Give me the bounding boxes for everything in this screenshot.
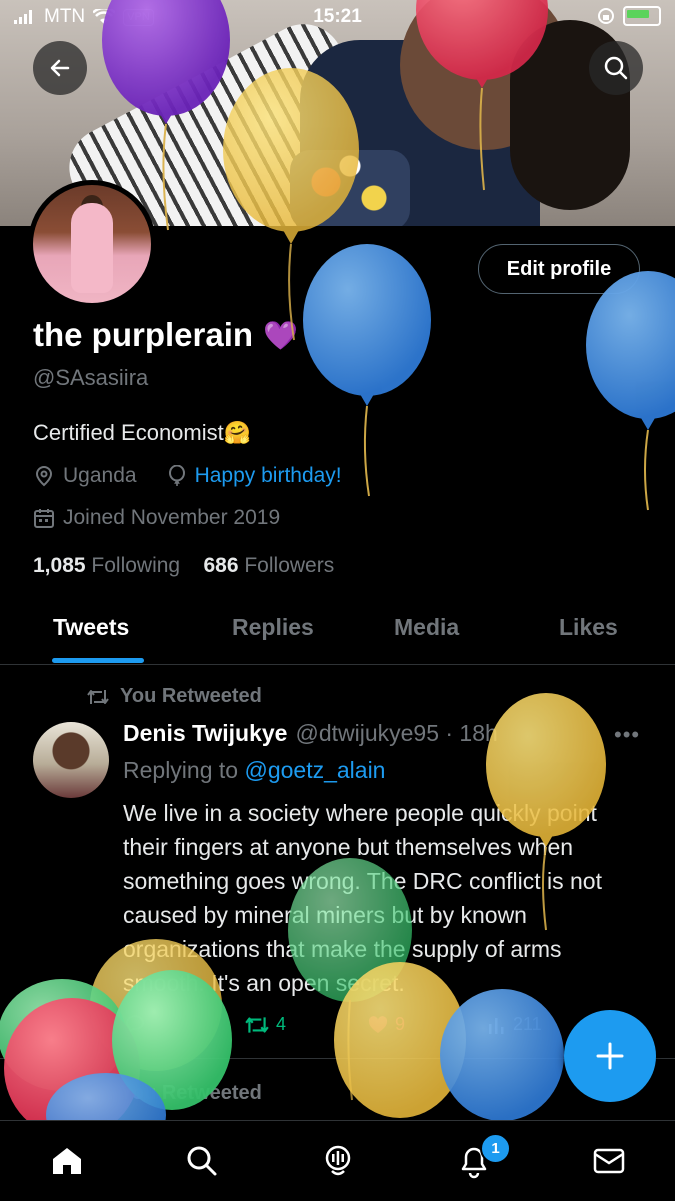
following-link[interactable]: 1,085 Following xyxy=(33,554,180,577)
bar-chart-icon xyxy=(489,1017,504,1034)
like-action[interactable]: 9 xyxy=(367,1014,405,1035)
active-tab-indicator xyxy=(52,658,144,663)
tweet-author-avatar[interactable] xyxy=(33,722,109,798)
profile-bio: Certified Economist🤗 xyxy=(33,420,252,445)
display-name: the purplerain xyxy=(33,316,254,353)
replying-prefix: Replying to xyxy=(123,757,239,783)
followers-count: 686 xyxy=(203,554,239,577)
display-name-row: the purplerain 💜 xyxy=(33,316,298,354)
clock: 15:21 xyxy=(313,6,362,27)
nav-spaces[interactable] xyxy=(318,1141,358,1181)
plus-icon xyxy=(596,1042,624,1070)
calendar-icon xyxy=(34,509,54,528)
status-bar: MTN VPN 15:21 xyxy=(0,0,675,34)
retweet-count: 4 xyxy=(276,1014,287,1034)
purple-heart-emoji: 💜 xyxy=(263,319,298,351)
tweet-author-name[interactable]: Denis Twijukye xyxy=(123,720,287,747)
profile-meta-row: Uganda Happy birthday! xyxy=(33,464,342,488)
tweet-author-handle[interactable]: @dtwijukye95 · 18h xyxy=(295,720,497,747)
orientation-lock-icon xyxy=(598,8,614,24)
follow-counts: 1,085 Following 686 Followers xyxy=(33,554,334,578)
nav-home[interactable] xyxy=(47,1141,87,1181)
tab-tweets[interactable]: Tweets xyxy=(53,614,129,641)
search-icon xyxy=(187,1146,217,1176)
retweet-icon xyxy=(87,689,109,704)
search-icon xyxy=(604,56,628,80)
banner-photo-floral xyxy=(290,150,410,226)
replying-to-handle[interactable]: @goetz_alain xyxy=(244,757,385,783)
bottom-navigation xyxy=(0,1120,675,1201)
profile-avatar[interactable] xyxy=(28,180,156,308)
location-pin-icon xyxy=(35,465,53,487)
tweet-more-icon[interactable]: ••• xyxy=(614,722,640,748)
tab-replies[interactable]: Replies xyxy=(232,614,314,641)
retweet-icon xyxy=(245,1016,269,1033)
reply-icon xyxy=(126,1015,144,1034)
microphone-icon xyxy=(325,1145,351,1176)
home-icon xyxy=(53,1148,81,1174)
avatar-body xyxy=(71,203,113,293)
birthday-link[interactable]: Happy birthday! xyxy=(195,464,342,488)
balloon-blue-right xyxy=(586,271,675,511)
search-button[interactable] xyxy=(589,41,643,95)
tab-likes[interactable]: Likes xyxy=(559,614,618,641)
followers-label: Followers xyxy=(244,554,335,577)
following-label: Following xyxy=(91,554,181,577)
battery-icon xyxy=(623,6,661,26)
balloon-blue xyxy=(303,244,431,497)
next-retweet-context: You Retweeted xyxy=(120,1082,262,1104)
mail-icon xyxy=(593,1148,625,1174)
retweet-action[interactable]: 4 xyxy=(244,1014,286,1035)
heart-icon xyxy=(368,1015,388,1033)
profile-handle: @SAsasiira xyxy=(33,365,149,390)
retweet-context-label: You Retweeted xyxy=(120,685,262,707)
balloon-icon xyxy=(168,465,185,486)
joined-date: Joined November 2019 xyxy=(63,506,281,529)
edit-profile-button[interactable]: Edit profile xyxy=(478,244,640,294)
followers-link[interactable]: 686 Followers xyxy=(203,554,334,577)
tweet-text[interactable]: We live in a society where people quickl… xyxy=(123,796,643,1000)
balloon-red-bottom xyxy=(4,998,140,1138)
nav-messages[interactable] xyxy=(589,1141,629,1181)
nav-search[interactable] xyxy=(182,1141,222,1181)
arrow-left-icon xyxy=(50,59,70,77)
view-count: 211 xyxy=(513,1014,542,1034)
joined-row: Joined November 2019 xyxy=(33,506,280,530)
compose-tweet-button[interactable] xyxy=(564,1010,656,1102)
notifications-badge: 1 xyxy=(480,1133,511,1164)
views-action[interactable]: 211 xyxy=(487,1014,542,1035)
profile-tabs: Tweets Replies Media Likes xyxy=(0,598,675,665)
reply-action[interactable] xyxy=(124,1014,152,1034)
replying-to: Replying to @goetz_alain xyxy=(123,757,385,784)
tweet-header: Denis Twijukye @dtwijukye95 · 18h xyxy=(123,720,498,747)
tab-media[interactable]: Media xyxy=(394,614,459,641)
back-button[interactable] xyxy=(33,41,87,95)
balloon-green-left xyxy=(0,979,126,1091)
following-count: 1,085 xyxy=(33,554,86,577)
retweet-context: You Retweeted xyxy=(86,685,262,708)
balloon-blue-bottom xyxy=(440,989,564,1121)
profile-location: Uganda xyxy=(63,464,137,487)
like-count: 9 xyxy=(395,1014,406,1034)
status-right xyxy=(597,6,661,26)
